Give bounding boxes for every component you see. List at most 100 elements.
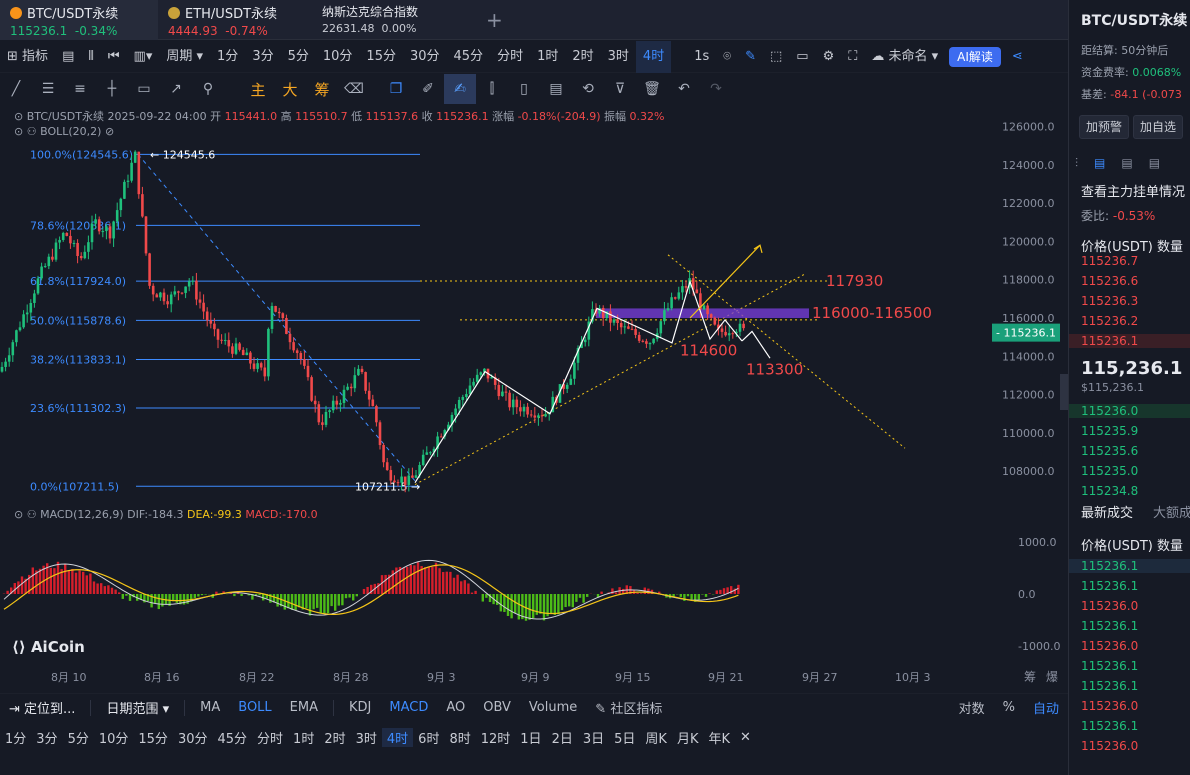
close-icon[interactable]: ✕ xyxy=(735,730,756,745)
add-tab-button[interactable]: + xyxy=(486,8,503,32)
pen-icon[interactable]: ✎ xyxy=(738,41,763,73)
chart-type-icon[interactable]: ▥▾ xyxy=(127,41,160,73)
interval-9[interactable]: 2时 xyxy=(565,41,600,73)
chip-button[interactable]: 筹 xyxy=(306,79,338,100)
eraser-tool-icon[interactable]: ⌫ xyxy=(338,74,370,104)
depth-buy-icon[interactable]: ▤ xyxy=(1121,156,1132,170)
share-icon[interactable]: ⋖ xyxy=(1005,41,1030,73)
depth-both-icon[interactable]: ⫶ xyxy=(1075,156,1078,171)
bottom-interval-16[interactable]: 2日 xyxy=(547,728,578,747)
cloud-save-button[interactable]: ☁ 未命名 ▾ xyxy=(864,41,945,73)
window-icon[interactable]: ▭ xyxy=(789,41,815,73)
bottom-interval-9[interactable]: 2时 xyxy=(319,728,350,747)
bottom-interval-17[interactable]: 3日 xyxy=(578,728,609,747)
interval-2[interactable]: 5分 xyxy=(281,41,316,73)
auto-scale-toggle[interactable]: 自动 xyxy=(1024,698,1068,717)
percent-scale-toggle[interactable]: % xyxy=(994,700,1024,715)
channel-tool-icon[interactable]: ☰ xyxy=(32,74,64,104)
bottom-interval-0[interactable]: 1分 xyxy=(0,728,31,747)
bottom-interval-8[interactable]: 1时 xyxy=(288,728,319,747)
large-order-button[interactable]: 大 xyxy=(274,79,306,100)
bottom-interval-2[interactable]: 5分 xyxy=(63,728,94,747)
hline-tool-icon[interactable]: ┼ xyxy=(96,74,128,104)
depth-title[interactable]: 查看主力挂单情况 xyxy=(1081,181,1185,200)
interval-1[interactable]: 3分 xyxy=(245,41,280,73)
log-scale-toggle[interactable]: 对数 xyxy=(950,698,994,717)
arrow-tool-icon[interactable]: ↗ xyxy=(160,74,192,104)
settings-icon[interactable]: ⚙ xyxy=(816,41,842,73)
tab-nasdaq[interactable]: 纳斯达克综合指数 22631.48 0.00% xyxy=(312,0,472,40)
tab-eth[interactable]: ETH/USDT永续 4444.93 -0.74% xyxy=(158,0,310,40)
bottom-interval-21[interactable]: 年K xyxy=(703,728,735,747)
copy-tool-icon[interactable]: ❐ xyxy=(380,74,412,104)
bottom-interval-12[interactable]: 6时 xyxy=(413,728,444,747)
rewind-icon[interactable]: ⏮ xyxy=(101,41,127,73)
redo-icon[interactable]: ↷ xyxy=(700,74,732,104)
indicator-kdj[interactable]: KDJ xyxy=(340,700,380,716)
bottom-interval-1[interactable]: 3分 xyxy=(31,728,62,747)
macd-info[interactable]: ⊙ ⚇ MACD(12,26,9) DIF:-184.3 DEA:-99.3 M… xyxy=(14,508,318,521)
candle-tool-icon[interactable]: ⫿ xyxy=(476,74,508,104)
add-alert-button[interactable]: 加预警 xyxy=(1079,115,1130,139)
indicator-ma[interactable]: MA xyxy=(191,700,229,716)
calendar-icon[interactable]: ▤ xyxy=(55,41,81,73)
interval-4[interactable]: 15分 xyxy=(359,41,403,73)
interval-8[interactable]: 1时 xyxy=(530,41,565,73)
main-force-button[interactable]: 主 xyxy=(242,79,274,100)
kline-chart[interactable]: 126000.0 124000.0 122000.0 120000.0 118000.0… xyxy=(0,104,1068,692)
brush-tool-icon[interactable]: ✍ xyxy=(444,74,476,104)
indicator-button[interactable]: ⊞ 指标 xyxy=(0,41,55,73)
bottom-interval-14[interactable]: 12时 xyxy=(476,728,516,747)
battery-tool-icon[interactable]: ▯ xyxy=(508,74,540,104)
boll-info[interactable]: ⊙ ⚇ BOLL(20,2) ⊘ xyxy=(14,125,114,138)
bottom-interval-20[interactable]: 月K xyxy=(672,728,704,747)
depth-list-icon[interactable]: ▤ xyxy=(1094,156,1105,170)
interval-0[interactable]: 1分 xyxy=(210,41,245,73)
rect-tool-icon[interactable]: ▭ xyxy=(128,74,160,104)
bottom-interval-11[interactable]: 4时 xyxy=(381,727,414,747)
undo-icon[interactable]: ↶ xyxy=(668,74,700,104)
locate-button[interactable]: ⇥ 定位到... xyxy=(0,698,84,717)
measure-tool-icon[interactable]: ⚲ xyxy=(192,74,224,104)
bottom-interval-3[interactable]: 10分 xyxy=(94,728,134,747)
ai-interpret-button[interactable]: AI解读 xyxy=(949,46,1001,67)
parallel-tool-icon[interactable]: ≡ xyxy=(64,74,96,104)
note-tool-icon[interactable]: ▤ xyxy=(540,74,572,104)
indicator-obv[interactable]: OBV xyxy=(474,700,520,716)
bottom-interval-18[interactable]: 5日 xyxy=(609,728,640,747)
magnet-tool-icon[interactable]: ⟲ xyxy=(572,74,604,104)
pencil-tool-icon[interactable]: ✐ xyxy=(412,74,444,104)
camera-icon[interactable]: ⌾ xyxy=(716,41,738,73)
indicator-volume[interactable]: Volume xyxy=(520,700,586,716)
bottom-interval-19[interactable]: 周K xyxy=(640,728,672,747)
indicator-macd[interactable]: MACD xyxy=(380,700,437,716)
bottom-interval-15[interactable]: 1日 xyxy=(515,728,546,747)
indicator-ao[interactable]: AO xyxy=(437,700,474,716)
large-trades-tab[interactable]: 大额成 xyxy=(1153,502,1190,521)
period-dropdown[interactable]: 周期 ▾ xyxy=(159,41,210,73)
community-indicator-button[interactable]: ✎ 社区指标 xyxy=(586,698,671,717)
delete-tool-icon[interactable]: 🗑 xyxy=(636,74,668,104)
second-interval[interactable]: 1s xyxy=(687,41,716,73)
depth-sell-icon[interactable]: ▤ xyxy=(1149,156,1160,170)
date-range-dropdown[interactable]: 日期范围 ▾ xyxy=(97,698,178,717)
filter-tool-icon[interactable]: ⊽ xyxy=(604,74,636,104)
trendline-tool-icon[interactable]: ╱ xyxy=(0,74,32,104)
bottom-interval-7[interactable]: 分时 xyxy=(252,728,288,747)
bottom-interval-4[interactable]: 15分 xyxy=(133,728,173,747)
interval-7[interactable]: 分时 xyxy=(490,41,530,73)
interval-5[interactable]: 30分 xyxy=(403,41,447,73)
interval-3[interactable]: 10分 xyxy=(316,41,360,73)
indicator-ema[interactable]: EMA xyxy=(281,700,327,716)
bottom-interval-13[interactable]: 8时 xyxy=(444,728,475,747)
bottom-interval-10[interactable]: 3时 xyxy=(351,728,382,747)
compare-icon[interactable]: ⫴ xyxy=(81,41,100,73)
interval-11[interactable]: 4时 xyxy=(635,40,672,73)
interval-6[interactable]: 45分 xyxy=(447,41,491,73)
add-favorite-button[interactable]: 加自选 xyxy=(1133,115,1184,139)
tab-btc[interactable]: BTC/USDT永续 115236.1 -0.34% xyxy=(0,0,158,40)
interval-10[interactable]: 3时 xyxy=(601,41,636,73)
bottom-interval-5[interactable]: 30分 xyxy=(173,728,213,747)
indicator-boll[interactable]: BOLL xyxy=(229,700,280,716)
layout-icon[interactable]: ⬚ xyxy=(763,41,789,73)
